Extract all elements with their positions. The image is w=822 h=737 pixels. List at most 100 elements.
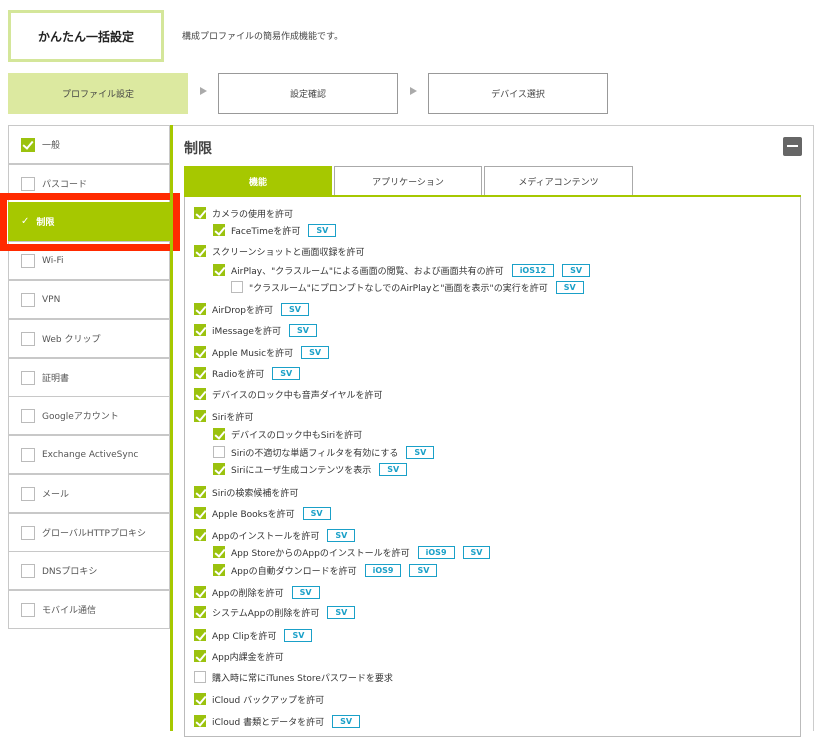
option-row: Appの自動ダウンロードを許可 iOS9 SV xyxy=(213,563,438,577)
sidebar-item-label: Web クリップ xyxy=(42,335,101,345)
option-checkbox[interactable] xyxy=(194,245,206,257)
sidebar-item[interactable]: Googleアカウント xyxy=(8,396,170,435)
support-badge: SV xyxy=(288,323,317,337)
option-label: App Clipを許可 xyxy=(212,631,277,642)
sidebar-item-checkbox[interactable] xyxy=(21,525,35,540)
option-checkbox[interactable] xyxy=(194,346,206,358)
step-confirm-settings[interactable]: 設定確認 xyxy=(218,73,398,114)
option-row: iCloud 書類とデータを許可 SV xyxy=(194,714,361,728)
option-checkbox[interactable] xyxy=(194,388,206,400)
sidebar-item-label: 証明書 xyxy=(42,374,70,384)
option-label: スクリーンショットと画面収録を許可 xyxy=(212,247,365,258)
step-arrow-icon xyxy=(410,87,417,95)
section-title: 制限 xyxy=(184,141,212,157)
option-label: iCloud 書類とデータを許可 xyxy=(212,717,325,728)
sidebar-item-checkbox[interactable] xyxy=(21,370,35,385)
collapse-button[interactable] xyxy=(783,137,802,156)
sidebar-item[interactable]: モバイル通信 xyxy=(8,590,170,629)
option-label: App StoreからのAppのインストールを許可 xyxy=(231,548,410,559)
option-label: デバイスのロック中も音声ダイヤルを許可 xyxy=(212,390,383,401)
support-badge: SV xyxy=(281,302,309,316)
option-checkbox[interactable] xyxy=(194,367,206,379)
sidebar-item[interactable]: 証明書 xyxy=(8,358,170,397)
step-device-select[interactable]: デバイス選択 xyxy=(428,73,608,114)
option-row: Apple Musicを許可 SV xyxy=(194,345,330,359)
option-checkbox[interactable] xyxy=(213,224,225,236)
sidebar-item-label: メール xyxy=(42,490,70,500)
option-row: App Clipを許可 SV xyxy=(194,628,313,642)
sidebar-item[interactable]: Exchange ActiveSync xyxy=(8,435,170,474)
option-row: Siriを許可 xyxy=(194,409,253,423)
option-label: AirPlay、"クラスルーム"による画面の閲覧、および画面共有の許可 xyxy=(231,266,504,277)
option-checkbox[interactable] xyxy=(194,324,206,336)
option-checkbox[interactable] xyxy=(194,671,206,683)
option-label: 購入時に常にiTunes Storeパスワードを要求 xyxy=(212,673,393,684)
option-checkbox[interactable] xyxy=(194,693,206,705)
sidebar-item-checkbox[interactable] xyxy=(21,486,35,501)
option-row: カメラの使用を許可 xyxy=(194,206,293,220)
option-row: AirDropを許可 SV xyxy=(194,302,309,316)
tab-media-contents[interactable]: メディアコンテンツ xyxy=(484,166,633,196)
option-checkbox[interactable] xyxy=(213,564,225,576)
sidebar-item-checkbox[interactable] xyxy=(21,253,35,268)
option-checkbox[interactable] xyxy=(213,428,225,440)
option-row: FaceTimeを許可 SV xyxy=(213,223,337,237)
sidebar-item-label: Googleアカウント xyxy=(42,412,119,422)
option-checkbox[interactable] xyxy=(213,446,225,458)
option-row: デバイスのロック中も音声ダイヤルを許可 xyxy=(194,387,382,401)
sidebar-item-checkbox[interactable] xyxy=(21,602,35,617)
sidebar-item[interactable]: Web クリップ xyxy=(8,319,170,358)
option-checkbox[interactable] xyxy=(213,546,225,558)
support-badge: SV xyxy=(379,462,408,476)
option-checkbox[interactable] xyxy=(213,463,225,475)
support-badge: iOS9 xyxy=(417,545,455,559)
option-checkbox[interactable] xyxy=(194,410,206,422)
sidebar-item-checkbox[interactable] xyxy=(21,137,35,152)
option-checkbox[interactable] xyxy=(194,507,206,519)
option-checkbox[interactable] xyxy=(194,529,206,541)
sidebar-item[interactable]: VPN xyxy=(8,280,170,319)
option-label: Siriを許可 xyxy=(212,412,254,423)
support-badge: SV xyxy=(284,628,313,642)
option-checkbox[interactable] xyxy=(194,207,206,219)
option-checkbox[interactable] xyxy=(231,281,243,293)
option-checkbox[interactable] xyxy=(194,606,206,618)
option-label: Siriにユーザ生成コンテンツを表示 xyxy=(231,465,372,476)
support-badge: iOS12 xyxy=(511,263,555,277)
sidebar-item-checkbox[interactable] xyxy=(21,176,35,191)
option-label: システムAppの削除を許可 xyxy=(212,608,320,619)
sidebar-item[interactable]: グローバルHTTPプロキシ xyxy=(8,513,170,552)
option-label: Siriの検索候補を許可 xyxy=(212,488,299,499)
sidebar-item[interactable]: DNSプロキシ xyxy=(8,551,170,590)
support-badge: SV xyxy=(272,366,301,380)
sidebar-item-checkbox[interactable] xyxy=(21,408,35,423)
sidebar-item-label: パスコード xyxy=(42,180,88,190)
step-profile-settings[interactable]: プロファイル設定 xyxy=(8,73,188,114)
page-description: 構成プロファイルの簡易作成機能です。 xyxy=(182,32,344,42)
option-label: Siriの不適切な単語フィルタを有効にする xyxy=(231,448,399,459)
option-label: Radioを許可 xyxy=(212,369,265,380)
options-panel: カメラの使用を許可 FaceTimeを許可 SV スクリーンショットと画面収録を許可 A… xyxy=(184,197,801,737)
support-badge: SV xyxy=(327,605,356,619)
sidebar-item-checkbox[interactable] xyxy=(21,563,35,578)
tab-applications[interactable]: アプリケーション xyxy=(334,166,482,196)
option-checkbox[interactable] xyxy=(194,303,206,315)
option-checkbox[interactable] xyxy=(213,264,225,276)
sidebar-item-checkbox[interactable] xyxy=(21,292,35,307)
option-checkbox[interactable] xyxy=(194,650,206,662)
support-badge: SV xyxy=(308,223,337,237)
sidebar-item-checkbox[interactable] xyxy=(21,331,35,346)
option-checkbox[interactable] xyxy=(194,586,206,598)
option-checkbox[interactable] xyxy=(194,486,206,498)
content-accent-bar xyxy=(170,125,173,731)
sidebar-item[interactable]: メール xyxy=(8,474,170,513)
option-checkbox[interactable] xyxy=(194,629,206,641)
step-arrow-icon xyxy=(200,87,207,95)
option-checkbox[interactable] xyxy=(194,715,206,727)
option-label: "クラスルーム"にプロンプトなしでのAirPlayと"画面を表示"の実行を許可 xyxy=(249,283,548,294)
sidebar-item-checkbox[interactable] xyxy=(21,447,35,462)
sidebar-item[interactable]: 一般 xyxy=(8,125,170,164)
option-label: Apple Booksを許可 xyxy=(212,509,295,520)
tab-features[interactable]: 機能 xyxy=(184,166,332,196)
page-title: かんたん一括設定 xyxy=(8,10,164,62)
